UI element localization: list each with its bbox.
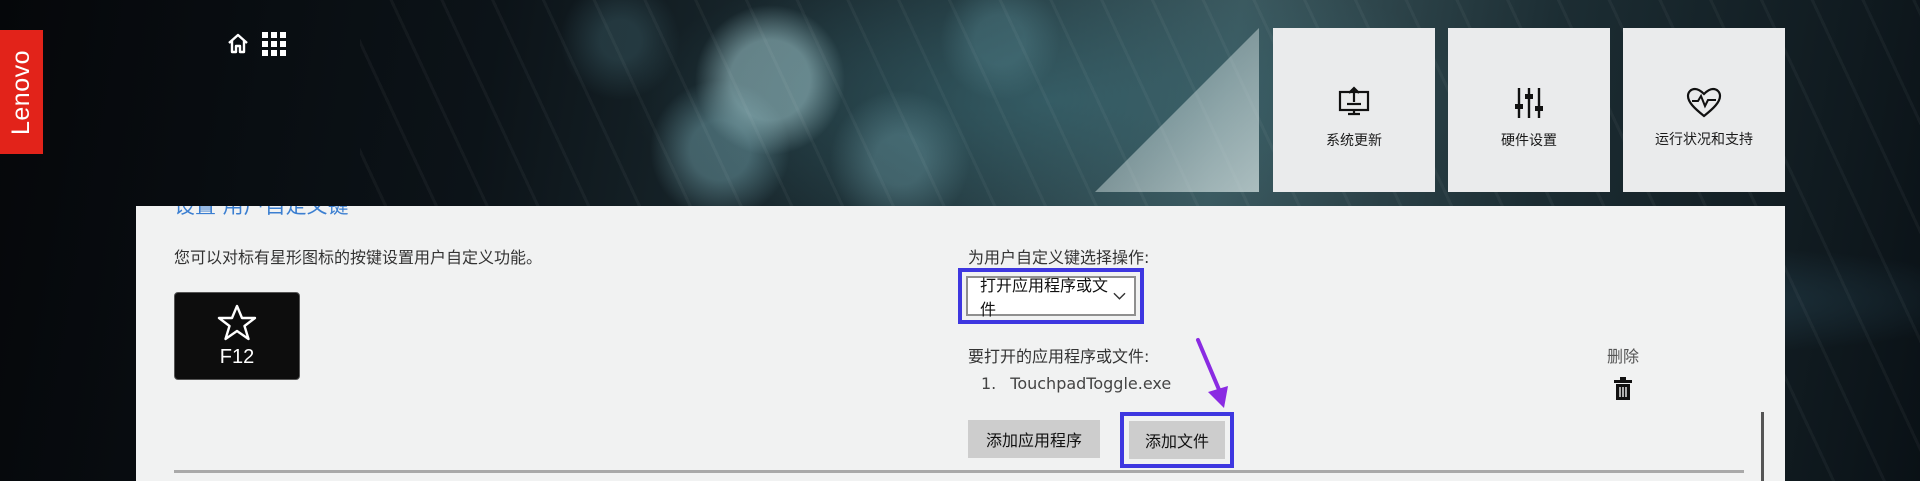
custom-key-panel: 设置 用户自定义键 您可以对标有星形图标的按键设置用户自定义功能。 F12 为用… (136, 206, 1785, 481)
chevron-down-icon (1113, 292, 1126, 300)
tile-label: 系统更新 (1326, 133, 1382, 149)
files-list-label: 要打开的应用程序或文件: (968, 347, 1150, 366)
sliders-icon (1515, 88, 1543, 118)
star-icon (217, 304, 257, 340)
add-file-highlight: 添加文件 (1120, 412, 1234, 468)
top-nav-icons (224, 30, 288, 58)
key-label: F12 (219, 345, 255, 368)
action-select-highlight: 打开应用程序或文件 (958, 268, 1144, 324)
header-tiles: 系统更新 硬件设置 运行状况和支持 (1273, 28, 1785, 192)
lenovo-logo-text: Lenovo (7, 49, 35, 135)
file-name: TouchpadToggle.exe (1010, 374, 1172, 393)
custom-key-f12[interactable]: F12 (174, 292, 300, 380)
heart-pulse-icon (1686, 87, 1722, 118)
action-select-value: 打开应用程序或文件 (980, 276, 1109, 319)
tile-hardware-settings[interactable]: 硬件设置 (1448, 28, 1610, 192)
tile-label: 运行状况和支持 (1655, 132, 1753, 148)
home-icon[interactable] (224, 30, 252, 58)
lenovo-logo: Lenovo (0, 30, 43, 154)
divider (174, 470, 1744, 473)
tile-system-update[interactable]: 系统更新 (1273, 28, 1435, 192)
scrollbar[interactable] (1761, 412, 1764, 481)
delete-label: 删除 (1606, 347, 1639, 366)
action-select-label: 为用户自定义键选择操作: (968, 248, 1150, 267)
apps-grid-icon[interactable] (260, 30, 288, 58)
panel-description: 您可以对标有星形图标的按键设置用户自定义功能。 (174, 248, 543, 267)
add-file-button[interactable]: 添加文件 (1129, 421, 1225, 459)
add-app-button[interactable]: 添加应用程序 (968, 420, 1100, 458)
trash-icon[interactable] (1613, 377, 1633, 401)
system-update-icon (1338, 86, 1370, 116)
delete-control: 删除 (1593, 343, 1653, 401)
file-index: 1. (981, 374, 997, 393)
tile-health-support[interactable]: 运行状况和支持 (1623, 28, 1785, 192)
list-item: 1. TouchpadToggle.exe (981, 374, 1171, 393)
annotation-arrow (1196, 338, 1228, 408)
action-select[interactable]: 打开应用程序或文件 (966, 276, 1136, 319)
tile-label: 硬件设置 (1501, 133, 1557, 149)
section-heading: 设置 用户自定义键 (174, 206, 349, 218)
